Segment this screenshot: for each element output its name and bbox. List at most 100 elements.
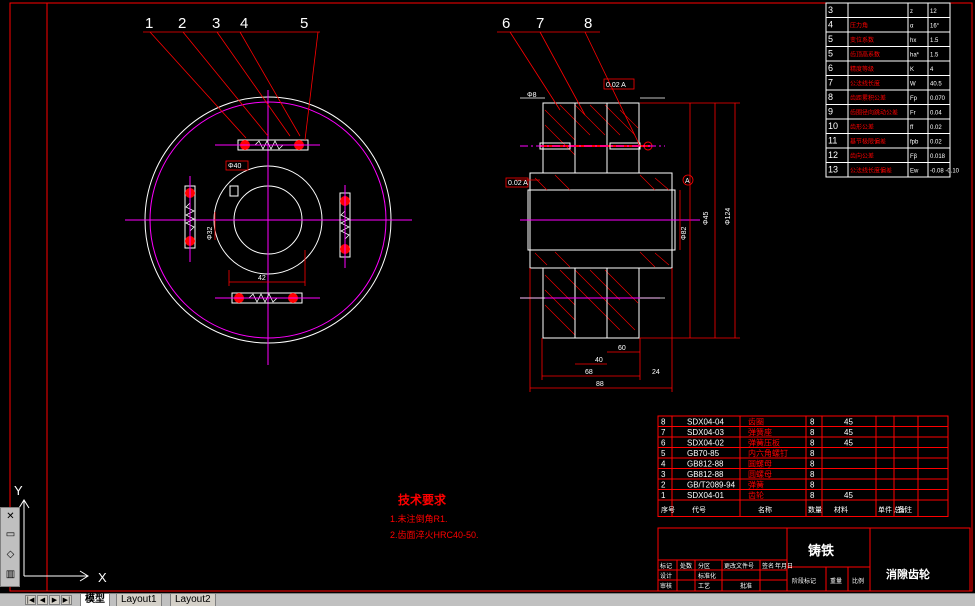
bom-cell: 弹簧压板 <box>748 438 780 448</box>
param-cell: 变位系数 <box>850 36 874 44</box>
snap-icon[interactable]: ◇ <box>3 548 18 562</box>
dim-bottom-w1: 40 <box>595 357 603 364</box>
bom-cell: 3 <box>661 470 666 479</box>
title-field: 更改文件号 <box>724 562 754 570</box>
bom-cell: 8 <box>810 428 815 437</box>
dim-right-d2: Φ124 <box>725 208 732 225</box>
last-tab-icon[interactable]: ▶| <box>61 595 72 605</box>
bom-cell: 5 <box>661 449 666 458</box>
param-cell: 齿向公差 <box>850 152 874 160</box>
param-cell: 齿圈径向跳动公差 <box>850 109 898 117</box>
title-field: 重量 <box>830 577 842 585</box>
title-field: 比例 <box>852 577 864 585</box>
param-cell: fpb <box>910 140 919 146</box>
first-tab-icon[interactable]: |◀ <box>25 595 36 605</box>
balloon-leaders-left <box>143 31 320 141</box>
param-cell: ha* <box>910 53 920 59</box>
dim-gear-left-top: Φ8 <box>527 92 537 99</box>
bom-cell: 6 <box>661 439 666 448</box>
dim-right-d1: Φ45 <box>703 212 710 225</box>
bom-cell: 8 <box>810 439 815 448</box>
bom-cell: 8 <box>810 449 815 458</box>
dim-keyway: Φ32 <box>207 227 214 240</box>
param-cell: 8 <box>828 92 833 102</box>
param-cell: hx <box>910 38 916 44</box>
param-cell: 5 <box>828 34 833 44</box>
bom-header-cell: 材料 <box>834 505 848 514</box>
param-cell: 4 <box>828 20 833 30</box>
bom-cell: 1 <box>661 491 666 500</box>
close-icon[interactable]: ✕ <box>3 510 18 524</box>
param-cell: Ew <box>910 169 919 175</box>
param-cell: 12 <box>930 9 937 15</box>
title-material: 铸铁 <box>808 543 834 558</box>
bom-cell: 45 <box>844 491 853 500</box>
dim-left-bore: Φ40 <box>228 163 241 170</box>
grid-icon[interactable]: ▥ <box>3 568 18 582</box>
bom-cell: 8 <box>810 470 815 479</box>
tech-req-line-2: 2.齿面淬火HRC40-50. <box>390 529 479 540</box>
param-cell: 6 <box>828 63 833 73</box>
tol-frame-top: 0.02 A <box>606 82 626 89</box>
tab-layout2[interactable]: Layout2 <box>170 594 216 606</box>
title-part-name: 消隙齿轮 <box>886 567 930 581</box>
bom-header-cell: 名称 <box>758 505 772 514</box>
next-tab-icon[interactable]: ▶ <box>49 595 60 605</box>
bom-cell: 内六角螺钉 <box>748 448 788 458</box>
bom-cell: 8 <box>810 460 815 469</box>
bom-cell: SDX04-01 <box>687 491 724 500</box>
param-cell: 4 <box>930 67 934 73</box>
ucs-icon <box>18 499 89 582</box>
tol-frame-left: 0.02 A <box>508 180 528 187</box>
tab-model[interactable]: 模型 <box>80 594 110 606</box>
balloon-8: 8 <box>584 15 592 32</box>
dim-right-d3: Φ82 <box>681 227 688 240</box>
param-cell: z <box>910 9 913 15</box>
panel-icon[interactable]: ▭ <box>3 528 18 542</box>
title-field: 处数 <box>680 562 692 570</box>
dim-left-width: 42 <box>258 275 266 282</box>
bom-cell: SDX04-04 <box>687 418 724 427</box>
param-cell: 齿距累积公差 <box>850 94 886 102</box>
param-cell: 0.02 <box>930 125 942 131</box>
bom-cell: 圆螺母 <box>748 469 772 479</box>
param-cell: 11 <box>828 136 837 146</box>
bom-cell: GB/T2089-94 <box>687 481 736 490</box>
dim-bottom-small: 24 <box>652 369 660 376</box>
param-cell: 7 <box>828 78 833 88</box>
param-cell: 齿顶高系数 <box>850 51 880 59</box>
bom-cell: GB812-88 <box>687 470 724 479</box>
drawing-canvas[interactable]: 1 2 3 4 5 6 7 8 88 68 40 60 24 A 0.02 A … <box>0 0 975 605</box>
param-cell: Fβ <box>910 154 918 160</box>
bom-cell: 45 <box>844 439 853 448</box>
title-field: 设计 <box>660 572 672 580</box>
dim-bottom-w3: 68 <box>585 369 593 376</box>
tab-layout1[interactable]: Layout1 <box>116 594 162 606</box>
ucs-x-label: X <box>98 570 107 585</box>
balloon-2: 2 <box>178 15 186 32</box>
param-cell: α <box>910 24 914 30</box>
bom-cell: 8 <box>810 491 815 500</box>
title-field: 阶段标记 <box>792 577 816 585</box>
bom-cell: 7 <box>661 428 666 437</box>
parameter-table: 3 z 12 4 压力角 α 16° 5 变位系数 hx 1.5 5 齿顶高系数 ha* 1.5 6 精度等级 K… <box>825 2 960 178</box>
bom-cell: 2 <box>661 481 666 490</box>
prev-tab-icon[interactable]: ◀ <box>37 595 48 605</box>
tech-req-title: 技术要求 <box>398 492 447 507</box>
param-cell: W <box>910 82 916 88</box>
param-cell: 公法线长度偏差 <box>850 167 892 175</box>
front-view <box>125 90 412 365</box>
bom-cell: GB70-85 <box>687 449 720 458</box>
title-field: 年月日 <box>775 562 793 570</box>
bom-cell: 圆螺母 <box>748 459 772 469</box>
bom-cell: SDX04-03 <box>687 428 724 437</box>
bom-cell: 4 <box>661 460 666 469</box>
toolbar-strip: ✕ ▭ ◇ ▥ <box>0 507 20 587</box>
param-cell: 1.5 <box>930 38 939 44</box>
bom-cell: 45 <box>844 428 853 437</box>
param-cell: 0.04 <box>930 111 942 117</box>
bom-cell: 齿轮 <box>748 490 764 500</box>
balloon-6: 6 <box>502 15 510 32</box>
param-cell: 0.070 <box>930 96 946 102</box>
bom-cell: 齿圈 <box>748 418 764 427</box>
